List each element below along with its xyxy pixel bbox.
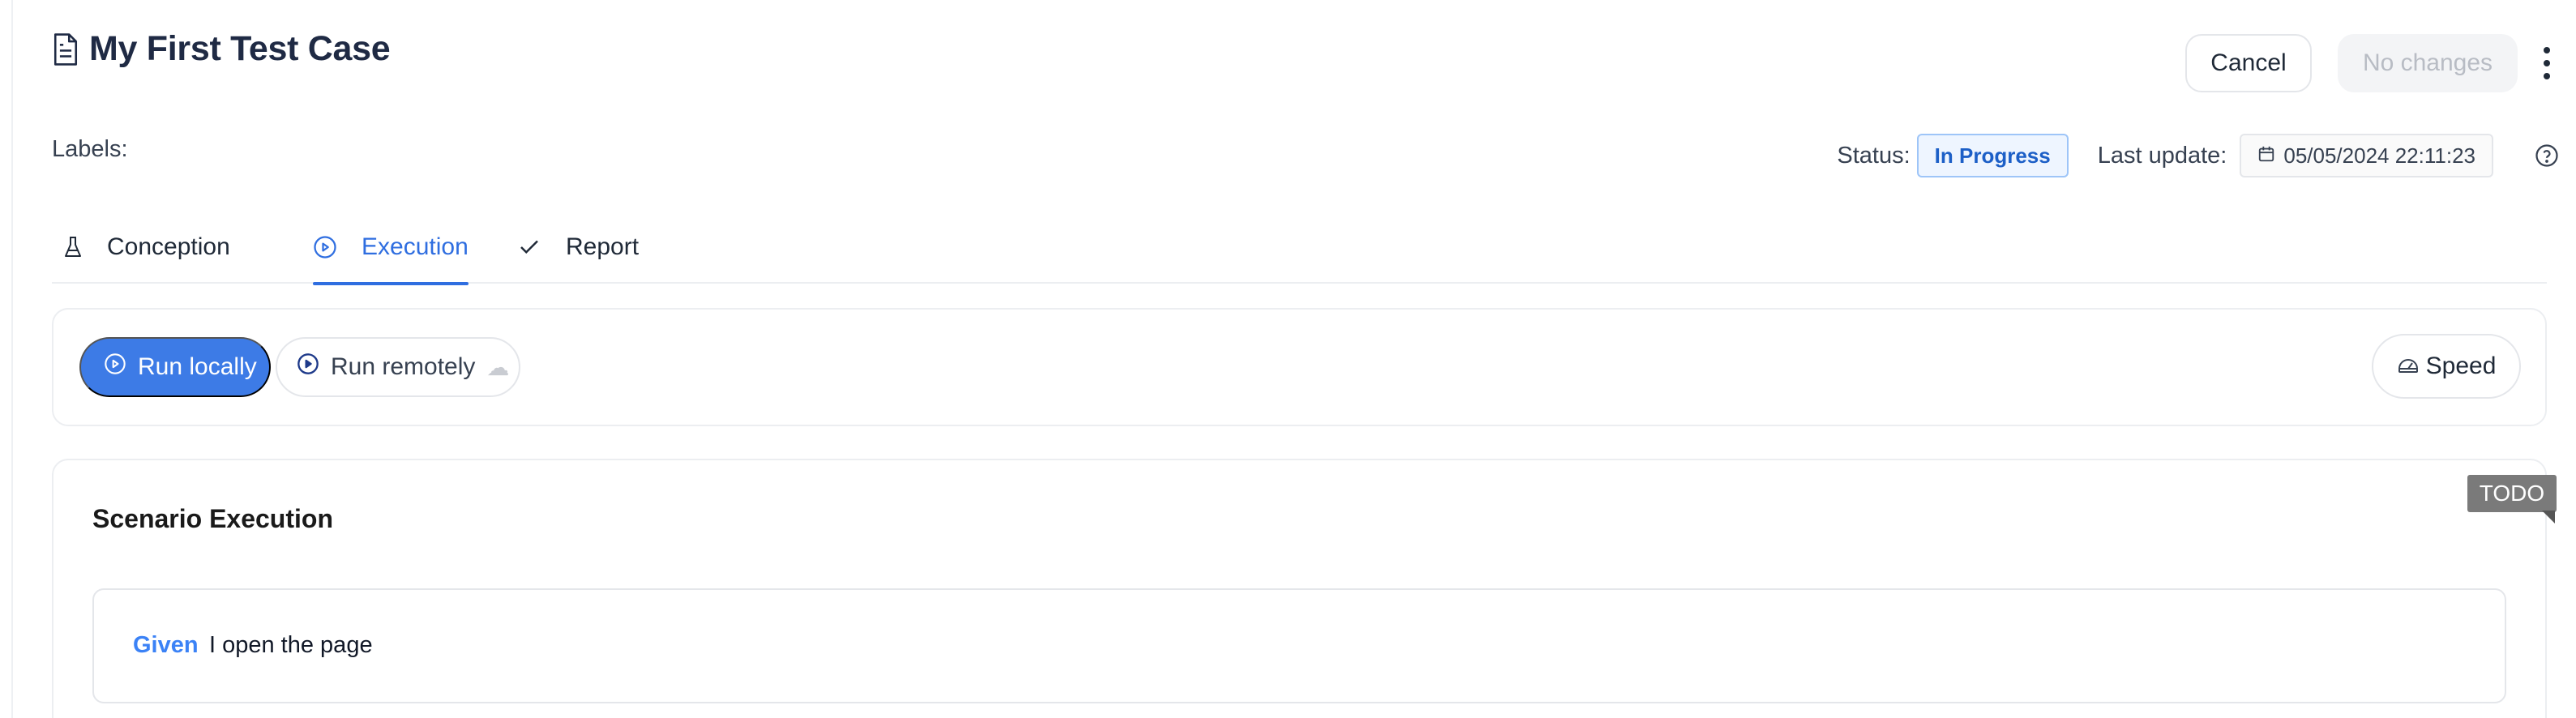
step-keyword: Given	[133, 632, 199, 658]
cloud-icon: ☁	[486, 354, 510, 380]
tab-report[interactable]: Report	[517, 216, 639, 284]
header-actions: Cancel No changes	[2185, 34, 2576, 92]
document-icon	[52, 32, 79, 67]
page-title: My First Test Case	[89, 29, 391, 68]
play-circle-icon	[297, 353, 319, 382]
run-toolbar: Run locally Run remotely ☁ Speed	[52, 308, 2547, 426]
play-circle-icon	[104, 353, 126, 382]
scenario-execution-card: Scenario Execution Given I open the page…	[52, 459, 2557, 718]
run-remotely-button[interactable]: Run remotely ☁	[276, 337, 520, 397]
tab-execution-label: Execution	[362, 233, 469, 260]
tab-bar: Conception Execution Report	[52, 216, 2547, 285]
run-locally-button[interactable]: Run locally	[79, 337, 271, 397]
save-button[interactable]: No changes	[2338, 34, 2518, 92]
calendar-icon	[2257, 143, 2275, 169]
speed-button[interactable]: Speed	[2372, 334, 2521, 399]
page-header: My First Test Case	[52, 29, 391, 69]
todo-badge-tail	[2542, 511, 2555, 524]
tab-execution[interactable]: Execution	[313, 216, 469, 285]
scenario-step[interactable]: Given I open the page	[92, 588, 2506, 703]
run-locally-label: Run locally	[138, 353, 257, 380]
cancel-button[interactable]: Cancel	[2185, 34, 2312, 92]
play-circle-icon	[313, 233, 337, 266]
run-remotely-label: Run remotely	[331, 353, 476, 380]
last-update-label: Last update:	[2097, 142, 2227, 169]
tab-conception[interactable]: Conception	[63, 216, 230, 284]
scenario-title: Scenario Execution	[92, 504, 333, 533]
test-case-page: My First Test Case Cancel No changes Lab…	[11, 0, 2576, 718]
status-label: Status:	[1837, 142, 1911, 169]
gauge-icon	[2397, 353, 2420, 380]
flask-icon	[63, 233, 83, 266]
last-update-value: 05/05/2024 22:11:23	[2240, 134, 2493, 177]
status-badge[interactable]: In Progress	[1916, 134, 2069, 177]
labels-field: Labels:	[52, 136, 128, 162]
tab-conception-label: Conception	[107, 233, 230, 260]
check-icon	[517, 233, 541, 266]
help-icon[interactable]	[2518, 143, 2576, 168]
more-options-icon[interactable]	[2518, 34, 2576, 92]
meta-bar: Status: In Progress Last update: 05/05/2…	[1837, 133, 2576, 178]
todo-badge: TODO	[2467, 475, 2557, 512]
tab-report-label: Report	[566, 233, 640, 260]
step-text: I open the page	[209, 632, 373, 658]
last-update-text: 05/05/2024 22:11:23	[2283, 143, 2475, 168]
speed-label: Speed	[2425, 353, 2497, 379]
